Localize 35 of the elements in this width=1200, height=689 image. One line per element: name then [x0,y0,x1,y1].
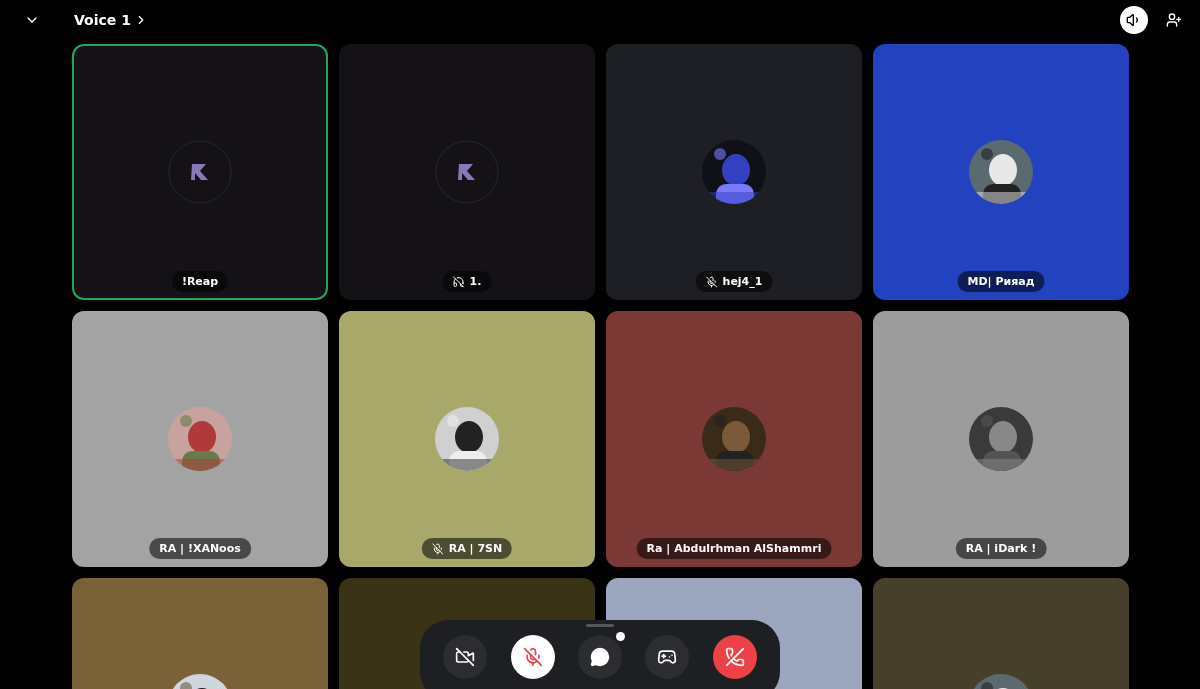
camera-button[interactable] [443,635,488,679]
hang-up-icon [724,647,745,667]
headphones-off-icon [452,275,465,288]
end-call-button[interactable] [712,635,757,679]
mic-off-icon [431,542,444,555]
participant-tile[interactable]: hej4_1 [606,44,862,300]
participant-name: Ra | Abdulrhman AlShammri [646,542,822,555]
logo-icon [435,140,499,204]
add-user-icon [1166,12,1182,28]
drag-handle[interactable] [586,624,614,627]
chat-bubble-icon [590,647,610,667]
participant-name: !Reap [181,275,219,288]
volume-button[interactable] [1120,6,1148,34]
chat-button[interactable] [578,635,622,679]
mic-off-icon [522,647,543,667]
mic-off-icon [705,275,718,288]
participant-name: RA | !XANoos [159,542,241,555]
participant-name: RA | 7SN [448,542,503,555]
microphone-button[interactable] [510,635,555,679]
participant-tile[interactable]: RA | iDark ! [873,311,1129,567]
participant-name: RA | iDark ! [965,542,1037,555]
participant-tile[interactable]: Ra | Abdulrhman AlShammri [606,311,862,567]
participant-tile[interactable]: RA | 7SN [339,311,595,567]
participant-tile[interactable]: RA | !XANoos [72,311,328,567]
gamepad-icon [657,647,678,667]
channel-title[interactable]: Voice 1 [74,12,131,28]
participant-name: 1. [469,275,482,288]
activity-button[interactable] [645,635,690,679]
participant-name: hej4_1 [722,275,763,288]
participant-tile[interactable]: 1. [339,44,595,300]
participant-name: MD| Рияад [967,275,1035,288]
camera-off-icon [455,647,476,667]
participant-tile[interactable]: !Reap [72,44,328,300]
participant-tile[interactable]: MD| Рияад [873,44,1129,300]
logo-icon [168,140,232,204]
